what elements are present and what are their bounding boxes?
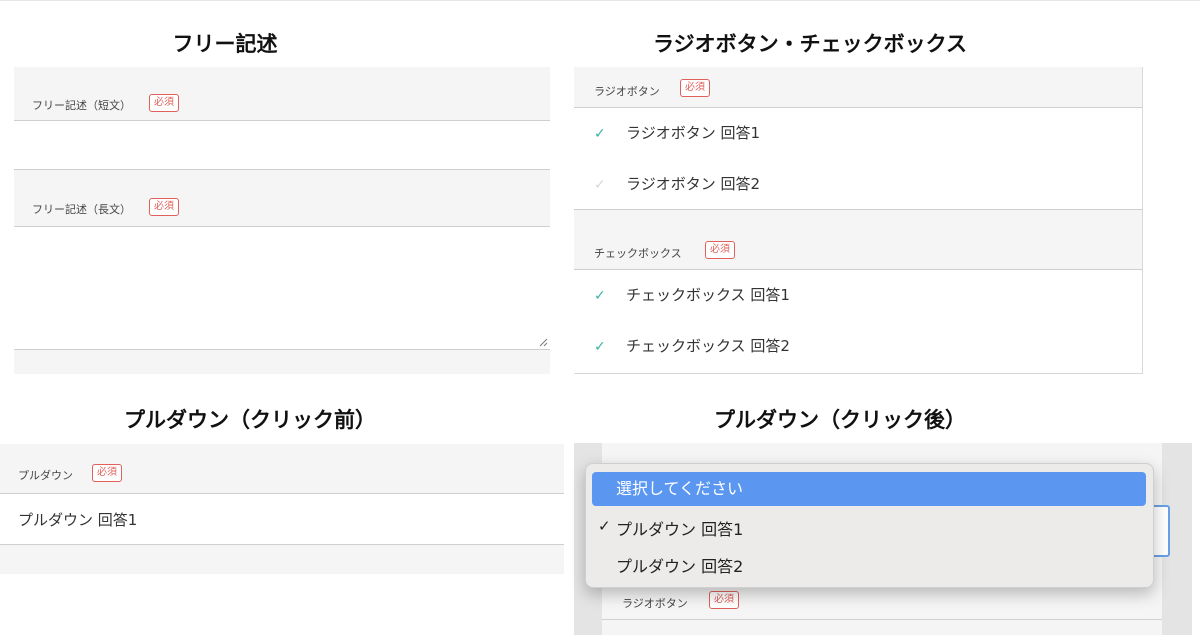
check-icon: ✓ <box>594 288 606 304</box>
free-short-label: フリー記述（短文） <box>32 99 131 112</box>
heading-pulldown-after: プルダウン（クリック後） <box>714 408 966 432</box>
pulldown-label: プルダウン <box>18 469 73 482</box>
checkbox-option-label: チェックボックス 回答2 <box>626 337 790 355</box>
pulldown-before-panel: プルダウン 必須 プルダウン 回答1 <box>0 444 564 574</box>
required-badge: 必須 <box>705 241 735 259</box>
menu-item-placeholder[interactable]: 選択してください <box>592 472 1146 506</box>
divider <box>602 619 1162 620</box>
divider <box>14 169 550 170</box>
check-icon: ✓ <box>594 339 606 355</box>
resize-grip-icon[interactable] <box>539 338 548 347</box>
menu-item-option-2[interactable]: プルダウン 回答2 <box>616 553 743 577</box>
radio-option-label: ラジオボタン 回答2 <box>626 175 761 193</box>
required-badge: 必須 <box>149 198 179 216</box>
checkbox-option-label: チェックボックス 回答1 <box>626 286 790 304</box>
radio-checkbox-panel: ラジオボタン 必須 ✓ ラジオボタン 回答1 ✓ ラジオボタン 回答2 チェック… <box>574 67 1143 374</box>
divider <box>14 349 550 350</box>
free-text-panel: フリー記述（短文） 必須 フリー記述（長文） 必須 <box>14 67 550 374</box>
pulldown-menu: 選択してください ✓ プルダウン 回答1 プルダウン 回答2 <box>585 463 1154 588</box>
pulldown-selected-value: プルダウン 回答1 <box>18 511 138 529</box>
radio-option-label: ラジオボタン 回答1 <box>626 124 761 142</box>
required-badge: 必須 <box>149 94 179 112</box>
checkbox-option[interactable]: ✓ チェックボックス 回答1 <box>574 270 1142 320</box>
required-badge: 必須 <box>709 591 739 609</box>
top-divider <box>0 0 1200 1</box>
divider <box>0 544 564 545</box>
radio-option[interactable]: ✓ ラジオボタン 回答1 <box>574 108 1142 158</box>
check-icon: ✓ <box>594 126 606 142</box>
radio-option[interactable]: ✓ ラジオボタン 回答2 <box>574 158 1142 208</box>
below-radio-label: ラジオボタン <box>622 597 688 610</box>
check-icon: ✓ <box>594 177 606 193</box>
checkbox-option[interactable]: ✓ チェックボックス 回答2 <box>574 320 1142 372</box>
checkbox-group: ✓ チェックボックス 回答1 ✓ チェックボックス 回答2 <box>574 270 1142 373</box>
required-badge: 必須 <box>680 79 710 97</box>
heading-radio-checkbox: ラジオボタン・チェックボックス <box>653 32 967 56</box>
required-badge: 必須 <box>92 464 122 482</box>
free-short-input[interactable] <box>14 121 550 169</box>
checkbox-label: チェックボックス <box>594 247 682 260</box>
divider <box>574 209 1142 210</box>
radio-group: ✓ ラジオボタン 回答1 ✓ ラジオボタン 回答2 <box>574 108 1142 209</box>
heading-free-text: フリー記述 <box>172 32 278 56</box>
check-icon: ✓ <box>598 517 611 535</box>
heading-pulldown-before: プルダウン（クリック前） <box>124 408 376 432</box>
radio-label: ラジオボタン <box>594 85 660 98</box>
menu-item-option-1[interactable]: プルダウン 回答1 <box>616 516 743 540</box>
free-long-label: フリー記述（長文） <box>32 203 131 216</box>
pulldown-select[interactable]: プルダウン 回答1 <box>0 494 564 544</box>
free-long-textarea[interactable] <box>14 227 550 349</box>
